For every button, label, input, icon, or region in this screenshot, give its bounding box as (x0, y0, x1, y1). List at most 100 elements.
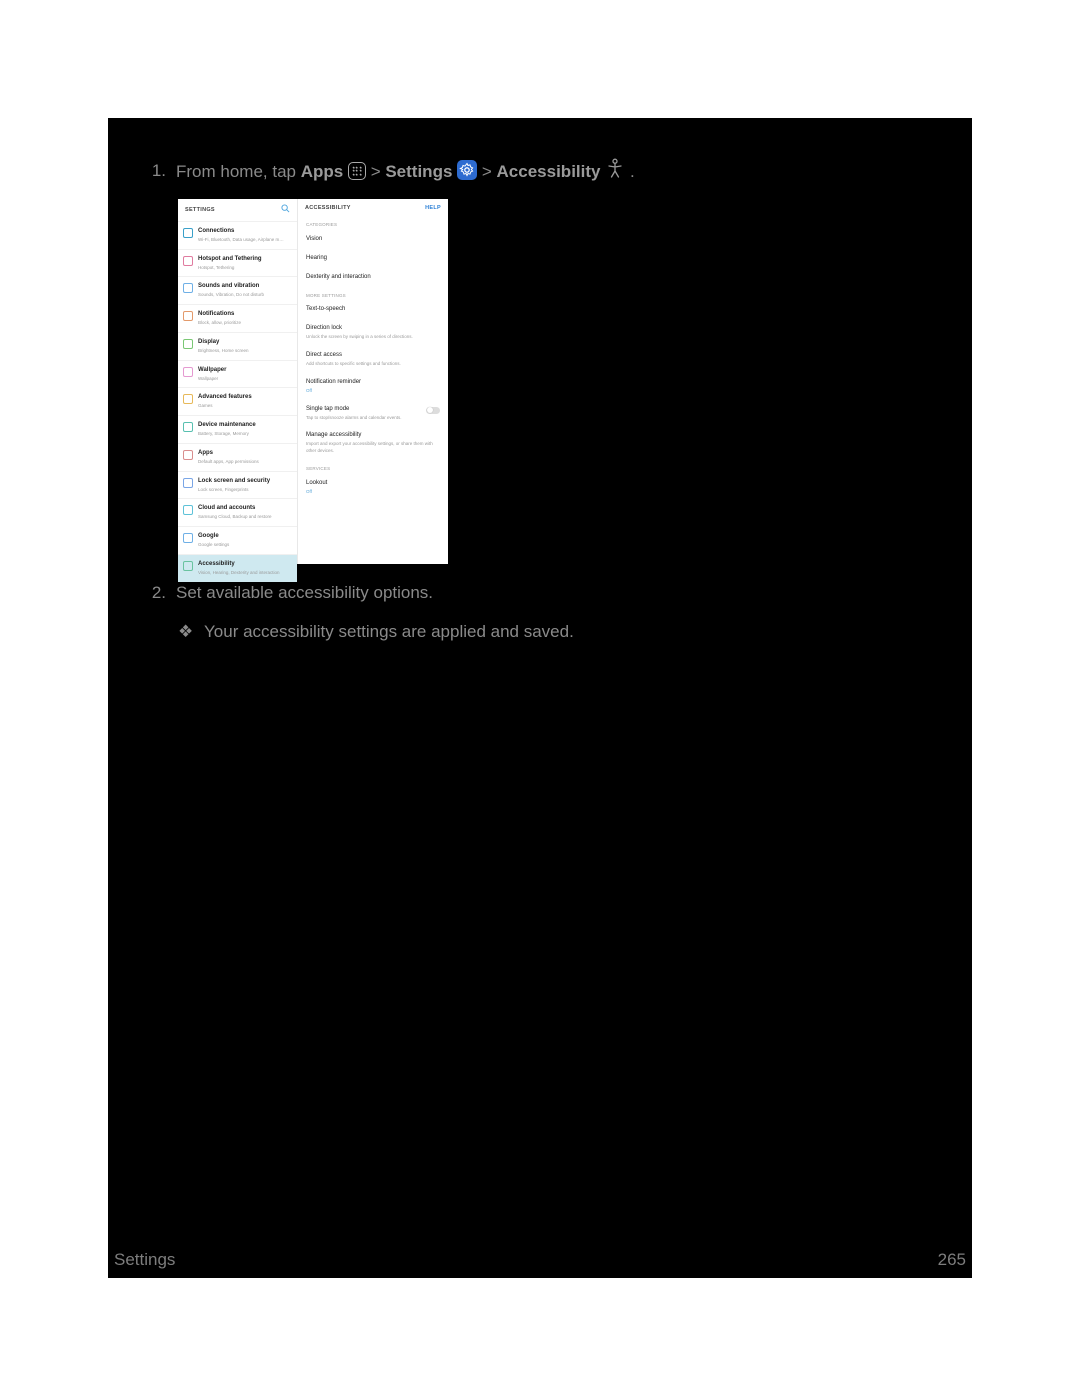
item-status-off: Off (306, 388, 440, 395)
item-title: Notification reminder (306, 378, 440, 387)
list-item-icon (183, 394, 193, 404)
apps-label: Apps (301, 162, 344, 181)
item-title: Dexterity and interaction (306, 273, 440, 282)
settings-list-item: Hotspot and TetheringHotspot, Tethering (178, 249, 297, 277)
accessibility-item: LookoutOff (298, 475, 448, 502)
sep-1: > (371, 162, 386, 181)
accessibility-person-icon (605, 158, 625, 180)
item-desc: Tap to stop/snooze alarms and calendar e… (306, 415, 440, 422)
screenshot-right-header: ACCESSIBILITY HELP (298, 199, 448, 217)
item-title: Direct access (306, 351, 440, 360)
list-item-title: Lock screen and security (198, 477, 291, 486)
page-content: 1. From home, tap Apps > Settings > Acce… (108, 118, 972, 645)
list-item-title: Notifications (198, 310, 291, 319)
list-item-title: Device maintenance (198, 421, 291, 430)
item-desc: Import and export your accessibility set… (306, 441, 440, 455)
sep-2: > (482, 162, 497, 181)
step-1-suffix: . (630, 162, 635, 181)
result-bullet: ❖ (178, 619, 204, 645)
list-item-icon (183, 367, 193, 377)
item-desc: Add shortcuts to specific settings and f… (306, 361, 440, 368)
list-item-icon (183, 505, 193, 515)
help-link: HELP (425, 204, 441, 212)
list-item-title: Accessibility (198, 560, 291, 569)
categories-label: CATEGORIES (298, 217, 448, 231)
list-item-desc: Samsung Cloud, Backup and restore (198, 514, 291, 521)
accessibility-item: Manage accessibilityImport and export yo… (298, 427, 448, 461)
step-1-body: From home, tap Apps > Settings > Accessi… (176, 158, 942, 185)
accessibility-item: Dexterity and interaction (298, 269, 448, 288)
settings-list-item: AccessibilityVision, Hearing, Dexterity … (178, 554, 297, 582)
footer-page-number: 265 (938, 1250, 966, 1270)
step-1: 1. From home, tap Apps > Settings > Acce… (138, 158, 942, 185)
list-item-icon (183, 478, 193, 488)
list-item-desc: Lock screen, Fingerprints (198, 487, 291, 494)
settings-list-item: NotificationsBlock, allow, prioritize (178, 304, 297, 332)
more-settings-list: Text-to-speech Direction lockUnlock the s… (298, 301, 448, 461)
step-1-number: 1. (138, 158, 176, 185)
toggle-switch-icon (426, 407, 440, 414)
settings-list-item: Device maintenanceBattery, Storage, Memo… (178, 415, 297, 443)
screenshot-settings-list: ConnectionsWi-Fi, Bluetooth, Data usage,… (178, 221, 297, 582)
accessibility-item: Hearing (298, 250, 448, 269)
list-item-desc: Games (198, 403, 291, 410)
search-icon (281, 204, 290, 216)
list-item-title: Hotspot and Tethering (198, 255, 291, 264)
settings-list-item: GoogleGoogle settings (178, 526, 297, 554)
settings-list-item: Sounds and vibrationSounds, Vibration, D… (178, 276, 297, 304)
list-item-desc: Default apps, App permissions (198, 459, 291, 466)
item-desc: Unlock the screen by swiping in a series… (306, 334, 440, 341)
list-item-title: Wallpaper (198, 366, 291, 375)
services-list: LookoutOff (298, 475, 448, 502)
item-title: Text-to-speech (306, 305, 440, 314)
accessibility-item: Direct accessAdd shortcuts to specific s… (298, 347, 448, 374)
list-item-title: Connections (198, 227, 291, 236)
list-item-desc: Brightness, Home screen (198, 348, 291, 355)
accessibility-item: Single tap modeTap to stop/snooze alarms… (298, 401, 448, 428)
document-page: 1. From home, tap Apps > Settings > Acce… (108, 118, 972, 1278)
item-title: Manage accessibility (306, 431, 440, 440)
result-text: Your accessibility settings are applied … (204, 619, 574, 645)
settings-list-item: ConnectionsWi-Fi, Bluetooth, Data usage,… (178, 221, 297, 249)
accessibility-label: Accessibility (497, 162, 601, 181)
left-header-title: SETTINGS (185, 206, 215, 214)
list-item-icon (183, 339, 193, 349)
step-2-text: Set available accessibility options. (176, 580, 942, 606)
list-item-title: Google (198, 532, 291, 541)
result-row: ❖ Your accessibility settings are applie… (178, 619, 942, 645)
list-item-icon (183, 256, 193, 266)
list-item-desc: Wallpaper (198, 376, 291, 383)
item-title: Hearing (306, 254, 440, 263)
settings-list-item: AppsDefault apps, App permissions (178, 443, 297, 471)
list-item-desc: Wi-Fi, Bluetooth, Data usage, Airplane m… (198, 237, 291, 244)
settings-list-item: Advanced featuresGames (178, 387, 297, 415)
accessibility-item: Text-to-speech (298, 301, 448, 320)
accessibility-item: Direction lockUnlock the screen by swipi… (298, 320, 448, 347)
list-item-icon (183, 450, 193, 460)
item-title: Direction lock (306, 324, 440, 333)
accessibility-item: Vision (298, 231, 448, 250)
services-label: SERVICES (298, 461, 448, 475)
list-item-desc: Vision, Hearing, Dexterity and interacti… (198, 570, 291, 577)
settings-list-item: WallpaperWallpaper (178, 360, 297, 388)
settings-list-item: Cloud and accountsSamsung Cloud, Backup … (178, 498, 297, 526)
settings-list-item: DisplayBrightness, Home screen (178, 332, 297, 360)
step-2: 2. Set available accessibility options. (138, 580, 942, 606)
list-item-desc: Battery, Storage, Memory (198, 431, 291, 438)
list-item-desc: Block, allow, prioritize (198, 320, 291, 327)
settings-list-item: Lock screen and securityLock screen, Fin… (178, 471, 297, 499)
list-item-icon (183, 283, 193, 293)
item-status-off: Off (306, 489, 440, 496)
step-2-number: 2. (138, 580, 176, 606)
settings-gear-icon (457, 160, 477, 180)
list-item-title: Apps (198, 449, 291, 458)
list-item-icon (183, 561, 193, 571)
screenshot-left-panel: SETTINGS ConnectionsWi-Fi, Bluetooth, Da… (178, 199, 298, 564)
footer-section: Settings (114, 1250, 175, 1270)
right-header-title: ACCESSIBILITY (305, 204, 351, 212)
page-footer: Settings 265 (108, 1250, 972, 1270)
list-item-title: Cloud and accounts (198, 504, 291, 513)
list-item-icon (183, 228, 193, 238)
step-1-prefix: From home, tap (176, 162, 301, 181)
list-item-icon (183, 422, 193, 432)
